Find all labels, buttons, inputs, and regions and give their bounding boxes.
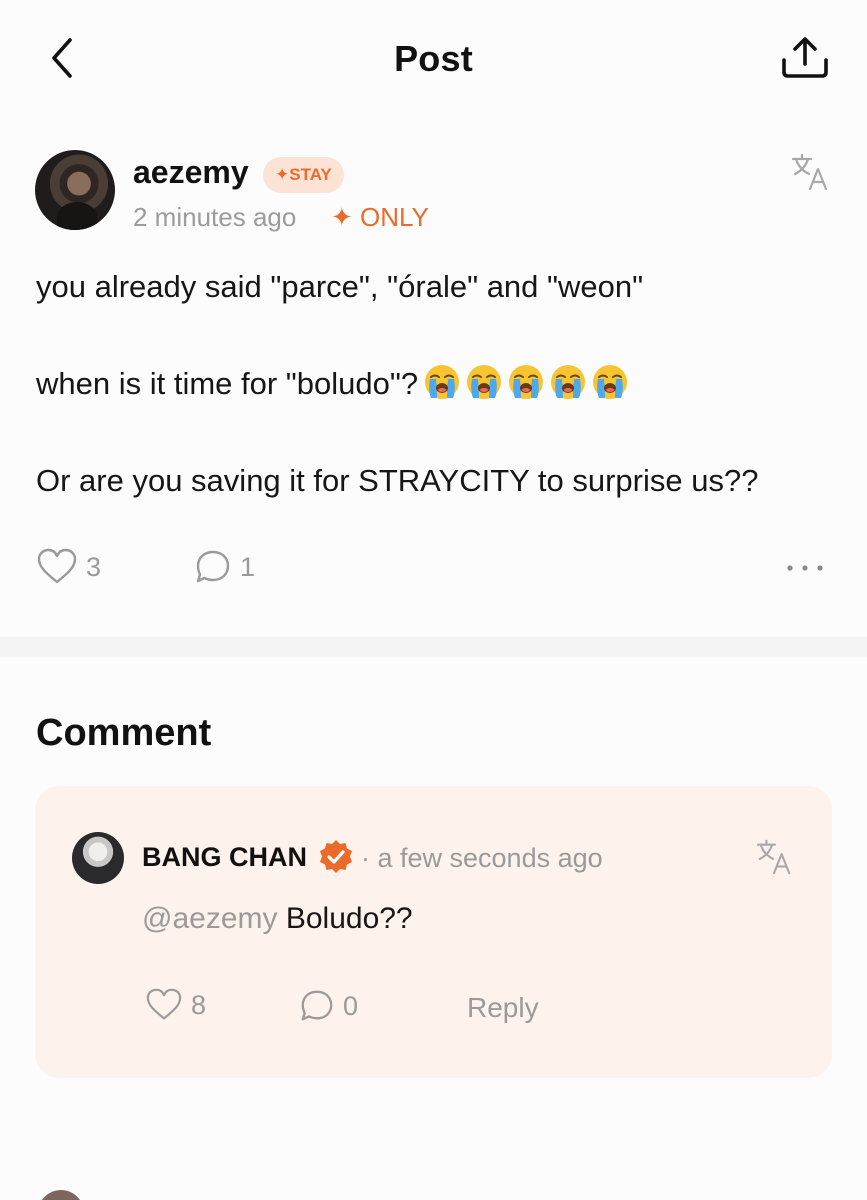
comment-card: BANG CHAN · a few seconds ago @aezemy Bo… (35, 786, 832, 1078)
comment-bubble-icon (196, 550, 230, 583)
more-dots-icon (787, 565, 823, 571)
comment-body: Boludo?? (277, 902, 413, 935)
translate-icon (756, 839, 791, 875)
heart-icon (37, 548, 77, 584)
visibility-tag: ✦ ONLY (331, 202, 429, 232)
membership-badge: ✦STAY (263, 157, 344, 193)
share-button[interactable] (778, 34, 832, 82)
comment-reply-count: 0 (343, 990, 359, 1021)
post-line: Or are you saving it for STRAYCITY to su… (36, 463, 759, 498)
loudly-crying-face-icon (593, 365, 628, 399)
comment-count: 1 (240, 551, 256, 582)
comments-heading: Comment (36, 712, 212, 754)
translate-button[interactable] (790, 152, 830, 192)
comment-like-count: 8 (191, 989, 207, 1020)
heart-icon (146, 988, 182, 1020)
post-timestamp: 2 minutes ago (133, 202, 297, 232)
post-line: when is it time for "boludo"? (36, 366, 419, 401)
post-line: you already said "parce", "órale" and "w… (36, 269, 644, 304)
comment-text: @aezemy Boludo?? (142, 902, 413, 936)
comment-bubble-icon (301, 990, 333, 1021)
translate-icon (791, 153, 828, 191)
comment-like-button[interactable]: 8 (145, 988, 206, 1022)
reply-button[interactable]: Reply (467, 992, 539, 1024)
post-line-with-emoji: when is it time for "boludo"? (36, 362, 836, 406)
next-comment-avatar[interactable] (38, 1190, 84, 1200)
verified-badge-icon (320, 840, 352, 873)
comment-button[interactable]: 1 (194, 548, 255, 586)
post-body: you already said "parce", "órale" and "w… (36, 265, 836, 503)
loudly-crying-face-icon (467, 365, 502, 399)
share-icon (782, 37, 828, 78)
like-count: 3 (86, 551, 102, 582)
emoji-row (422, 362, 630, 402)
section-divider (0, 637, 867, 657)
comment-translate-button[interactable] (755, 838, 793, 876)
author-avatar[interactable] (35, 150, 115, 230)
page-title: Post (394, 38, 473, 79)
comment-reply-count-button[interactable]: 0 (299, 988, 358, 1024)
author-name[interactable]: aezemy (133, 154, 249, 191)
like-button[interactable]: 3 (36, 548, 101, 586)
mention-link[interactable]: @aezemy (142, 902, 278, 935)
more-options-button[interactable] (784, 555, 826, 581)
loudly-crying-face-icon (509, 365, 544, 399)
loudly-crying-face-icon (551, 365, 586, 399)
comment-actions: 8 0 Reply (145, 988, 745, 1028)
loudly-crying-face-icon (425, 365, 460, 399)
commenter-avatar[interactable] (72, 832, 124, 884)
top-bar: Post (0, 0, 867, 120)
commenter-name[interactable]: BANG CHAN (142, 842, 307, 873)
comment-timestamp: · a few seconds ago (361, 843, 603, 873)
